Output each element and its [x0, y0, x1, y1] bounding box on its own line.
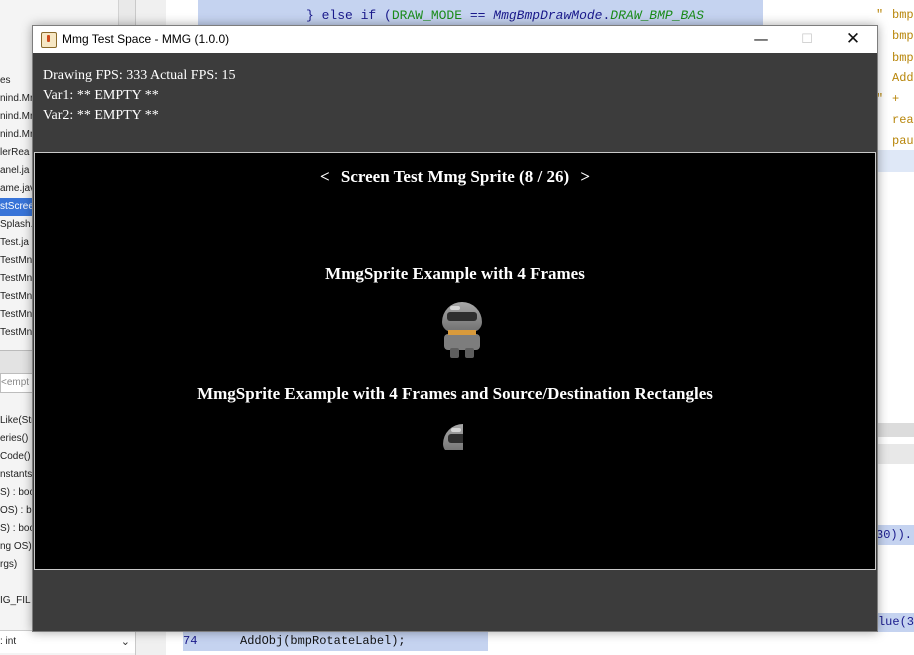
member-list: Like(Str eries() Code() nstants S) : boo OS) …	[0, 412, 33, 610]
code-member: DRAW_BMP_BAS	[610, 8, 704, 23]
title-bar[interactable]: Mmg Test Space - MMG (1.0.0) — ☐ ✕	[33, 26, 877, 53]
code-token: Add	[892, 71, 914, 85]
var2-readout: Var2: ** EMPTY **	[43, 108, 159, 123]
file-list: es nind.Mr nind.Mr nind.Mr lerRea anel.ja ame.…	[0, 72, 33, 342]
member-list-item[interactable]: Code()	[0, 448, 33, 466]
sprite-rect-example-heading: MmgSprite Example with 4 Frames and Sour…	[197, 384, 713, 403]
file-list-item[interactable]: TestMn	[0, 252, 33, 270]
file-list-item[interactable]: ame.jav	[0, 180, 33, 198]
current-line-highlight	[876, 150, 914, 172]
code-token: bmp	[892, 8, 914, 22]
file-list-item[interactable]: Test.ja	[0, 234, 33, 252]
member-list-item[interactable]: ng OS)	[0, 538, 33, 556]
code-line-74: 74 AddObj(bmpRotateLabel);	[183, 632, 488, 651]
sprite-helmet-shine	[451, 428, 461, 432]
maximize-button[interactable]: ☐	[784, 26, 830, 53]
java-app-icon	[41, 32, 57, 48]
code-token: bmp	[892, 51, 914, 65]
sprite-visor	[447, 312, 477, 321]
file-list-item[interactable]: nind.Mr	[0, 108, 33, 126]
code-constant: DRAW_MODE	[391, 8, 463, 23]
fps-readout: Drawing FPS: 333 Actual FPS: 15	[43, 68, 236, 83]
file-list-item[interactable]: TestMn	[0, 288, 33, 306]
var1-readout: Var1: ** EMPTY **	[43, 88, 159, 103]
file-list-item[interactable]: lerRea	[0, 144, 33, 162]
sprite-left-leg	[450, 348, 459, 358]
file-list-item[interactable]: nind.Mr	[0, 126, 33, 144]
game-canvas[interactable]: < Screen Test Mmg Sprite (8 / 26) > MmgS…	[34, 152, 876, 570]
robot-sprite-partial	[439, 424, 463, 450]
code-text: } else if (DRAW_MODE == MmgBmpDrawMode.D…	[306, 8, 704, 23]
member-list-item[interactable]: eries()	[0, 430, 33, 448]
code-line-draw-mode: } else if (DRAW_MODE == MmgBmpDrawMode.D…	[198, 0, 763, 28]
code-keyword: } else if (	[306, 8, 392, 23]
file-list-item[interactable]: Splash.	[0, 216, 33, 234]
file-list-item[interactable]: es	[0, 72, 33, 90]
sprite-belt	[448, 330, 476, 335]
output-header	[876, 444, 914, 464]
member-list-item[interactable]	[0, 574, 33, 592]
bottom-member-row[interactable]: : int ⌄	[0, 630, 135, 653]
sprite-visor	[448, 434, 463, 443]
file-list-item[interactable]: anel.ja	[0, 162, 33, 180]
sprite-example-heading: MmgSprite Example with 4 Frames	[325, 264, 585, 283]
file-list-item[interactable]: stScree	[0, 198, 33, 216]
member-list-item[interactable]: rgs)	[0, 556, 33, 574]
code-token: bmp	[892, 29, 914, 43]
code-type: MmgBmpDrawMode	[493, 8, 603, 23]
member-list-item[interactable]: Like(Str	[0, 412, 33, 430]
sprite-body	[444, 334, 480, 350]
close-button[interactable]: ✕	[830, 26, 876, 53]
debug-hud: Drawing FPS: 333 Actual FPS: 15 Var1: **…	[43, 66, 236, 126]
editor-hscrollbar[interactable]	[876, 423, 914, 437]
file-list-item[interactable]: nind.Mr	[0, 90, 33, 108]
file-list-item[interactable]: TestMn	[0, 306, 33, 324]
minimize-button[interactable]: —	[738, 26, 784, 53]
cropped-robot-sprite	[439, 424, 463, 450]
screen-title: Screen Test Mmg Sprite (8 / 26)	[340, 167, 570, 186]
line-number: 74	[183, 634, 198, 648]
code-token: rea	[892, 113, 914, 127]
chevron-down-icon[interactable]: ⌄	[121, 631, 130, 653]
sprite-right-leg	[465, 348, 474, 358]
robot-sprite	[438, 302, 486, 358]
bottom-member-label: : int	[0, 636, 17, 647]
member-list-item[interactable]: S) : boo	[0, 484, 33, 502]
next-screen-button[interactable]: >	[573, 167, 597, 187]
member-list-item[interactable]: nstants	[0, 466, 33, 484]
mmg-window: Mmg Test Space - MMG (1.0.0) — ☐ ✕ Drawi…	[32, 25, 878, 632]
member-list-item[interactable]: IG_FIL	[0, 592, 33, 610]
cropped-sprite-frame	[439, 424, 463, 450]
member-list-item[interactable]: S) : boo	[0, 520, 33, 538]
code-token: pau	[892, 134, 914, 148]
prev-screen-button[interactable]: <	[313, 167, 337, 187]
editor-right-edge: bmp bmp bmp Add + rea pau " "	[876, 0, 914, 430]
file-list-item[interactable]: TestMn	[0, 270, 33, 288]
code-fragment: 30)).	[876, 525, 914, 545]
member-list-item[interactable]: OS) : b	[0, 502, 33, 520]
window-title: Mmg Test Space - MMG (1.0.0)	[62, 32, 230, 46]
code-operator: ==	[462, 8, 494, 23]
screen-nav: < Screen Test Mmg Sprite (8 / 26) >	[35, 167, 875, 187]
file-list-item[interactable]: TestMn	[0, 324, 33, 342]
code-text: AddObj(bmpRotateLabel);	[240, 634, 406, 648]
sprite-helmet-shine	[450, 306, 460, 310]
code-quote: "	[876, 8, 884, 22]
code-token: +	[892, 92, 900, 106]
